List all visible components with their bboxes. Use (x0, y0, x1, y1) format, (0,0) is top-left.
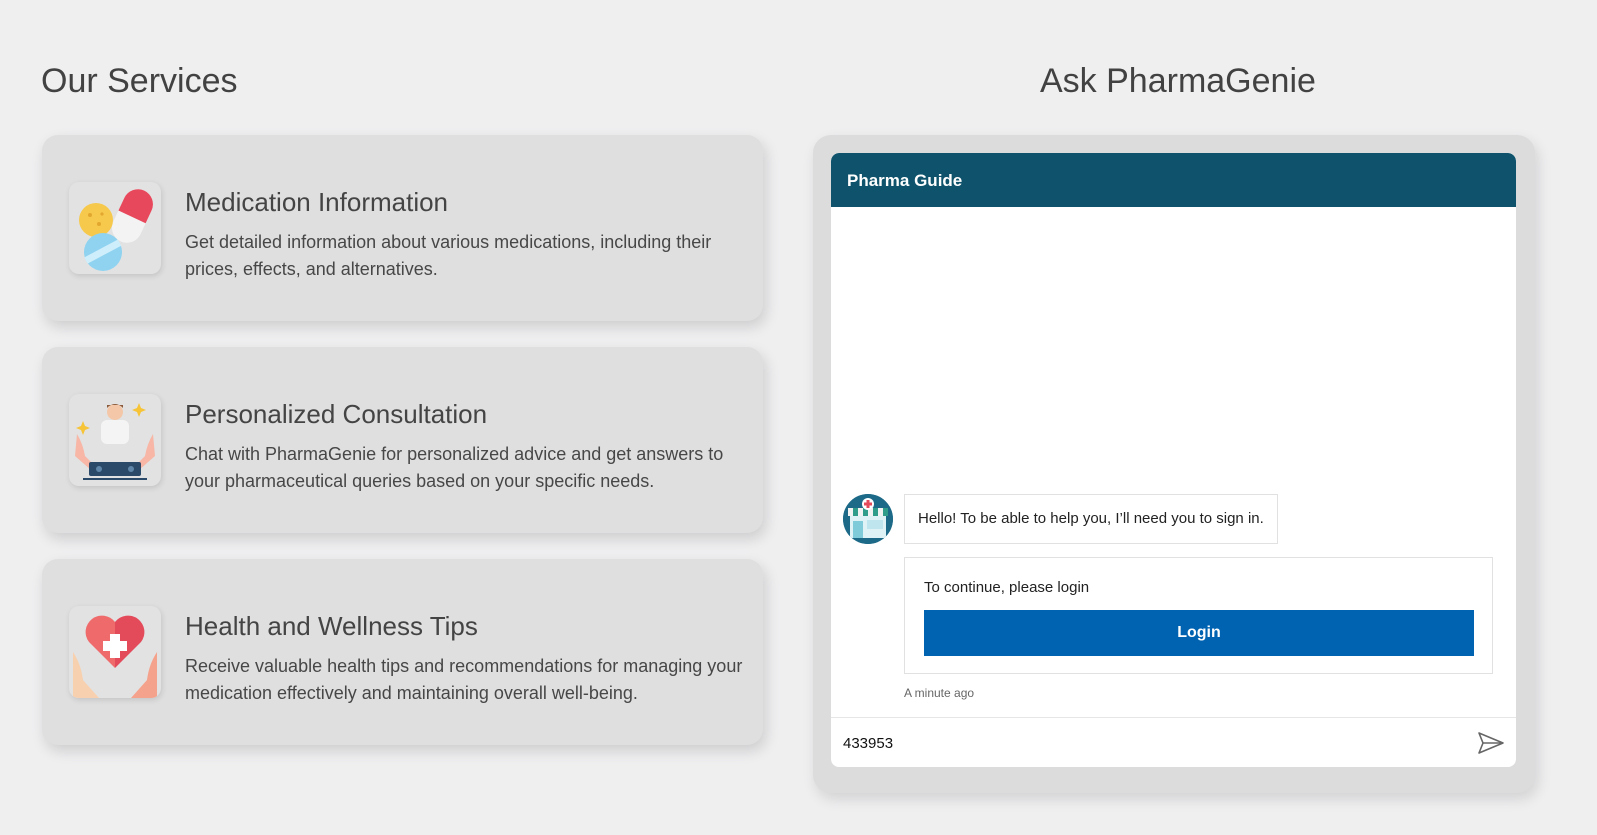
service-card-consultation: Personalized Consultation Chat with Phar… (42, 347, 763, 533)
send-icon[interactable] (1477, 731, 1505, 755)
pills-icon (69, 182, 161, 274)
card-title: Personalized Consultation (185, 399, 488, 429)
message-timestamp: A minute ago (904, 686, 975, 700)
chat-header: Pharma Guide (831, 153, 1516, 207)
chat-header-title: Pharma Guide (847, 171, 963, 190)
service-card-medication: Medication Information Get detailed info… (42, 135, 763, 321)
bot-message-bubble: Hello! To be able to help you, I’ll need… (904, 494, 1278, 544)
login-card: To continue, please login Login (904, 557, 1493, 674)
chat-message-input[interactable] (841, 728, 1445, 758)
bot-avatar-icon (843, 494, 893, 544)
ask-pharmagenie-title: Ask PharmaGenie (1040, 62, 1316, 100)
card-title: Health and Wellness Tips (185, 611, 478, 641)
chat-container: Pharma Guide Hello! To be able to help y… (813, 135, 1535, 793)
service-card-wellness: Health and Wellness Tips Receive valuabl… (42, 559, 763, 745)
login-prompt: To continue, please login (924, 579, 1090, 596)
login-button[interactable]: Login (924, 610, 1474, 656)
card-title: Medication Information (185, 187, 449, 217)
card-description: Chat with PharmaGenie for personalized a… (185, 444, 724, 491)
heart-hands-icon (69, 606, 161, 698)
card-description: Get detailed information about various m… (185, 232, 712, 279)
chat-window: Pharma Guide Hello! To be able to help y… (831, 153, 1516, 767)
card-description: Receive valuable health tips and recomme… (185, 656, 743, 703)
services-title: Our Services (41, 62, 238, 100)
chat-input-bar (831, 717, 1516, 767)
doctor-consultation-icon (69, 394, 161, 486)
